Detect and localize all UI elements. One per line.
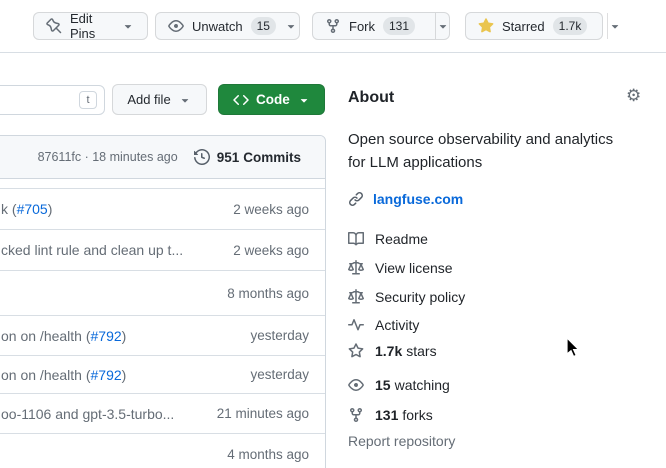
add-file-label: Add file [127,92,170,107]
pulse-icon [348,317,364,333]
star-outline-icon [348,343,364,359]
commit-hash-time[interactable]: 87611fc · 18 minutes ago [38,150,178,164]
table-row: on on /health (#792) yesterday [0,316,325,356]
commit-message[interactable]: on on /health (#792) [1,328,126,344]
code-button[interactable]: Code [218,84,325,115]
eye-icon [168,18,184,34]
fork-button-group: Fork 131 [312,12,450,40]
commit-message[interactable]: cked lint rule and clean up t... [1,242,183,258]
add-file-button[interactable]: Add file [112,84,207,115]
latest-commit-bar: 87611fc · 18 minutes ago 951 Commits [0,136,325,179]
code-label: Code [256,92,290,107]
about-heading: About [348,89,394,107]
table-row: 4 months ago [0,434,325,468]
fork-icon [325,18,341,34]
eye-icon [348,377,364,393]
table-row [0,179,325,189]
issue-link[interactable]: #705 [17,201,48,217]
starred-label: Starred [502,19,545,34]
github-repo-page: Edit Pins Unwatch 15 Fork 131 Starred 1. [0,0,666,468]
law-icon [348,289,364,305]
link-icon [348,191,364,207]
pin-icon [46,18,62,34]
star-dropdown-button[interactable] [607,13,622,39]
go-to-file-input[interactable]: t [0,85,105,115]
fork-label: Fork [349,19,375,34]
about-link-watching[interactable]: 15watching [348,377,450,393]
chevron-down-icon [178,93,192,107]
star-button-group: Starred 1.7k [465,12,603,40]
watch-count-badge: 15 [251,17,276,35]
commit-time: 2 weeks ago [233,243,309,258]
about-link-stars[interactable]: 1.7kstars [348,343,437,359]
commit-message[interactable]: k (#705) [1,201,52,217]
commit-message[interactable]: oo-1106 and gpt-3.5-turbo... [1,406,174,422]
table-row: cked lint rule and clean up t... 2 weeks… [0,230,325,271]
about-link-readme[interactable]: Readme [348,231,428,247]
chevron-down-icon [284,19,298,33]
chevron-down-icon [436,19,450,33]
fork-button[interactable]: Fork 131 [313,13,427,39]
table-row: 8 months ago [0,271,325,316]
starred-button[interactable]: Starred 1.7k [466,13,599,39]
commit-time: 21 minutes ago [217,406,309,421]
code-icon [233,92,249,108]
repo-description: Open source observability and analytics … [348,128,648,174]
star-icon [478,18,494,34]
fork-count-badge: 131 [383,17,415,35]
about-link-security-policy[interactable]: Security policy [348,289,465,305]
star-count-badge: 1.7k [553,17,588,35]
table-row: k (#705) 2 weeks ago [0,189,325,230]
edit-pins-label: Edit Pins [70,11,113,41]
commits-label: Commits [243,150,301,165]
commits-count: 951 [217,150,240,165]
commit-history-link[interactable]: 951 Commits [194,149,301,165]
table-row: on on /health (#792) yesterday [0,356,325,394]
unwatch-label: Unwatch [192,19,243,34]
book-icon [348,231,364,247]
commit-message[interactable]: on on /health (#792) [1,367,126,383]
mouse-cursor [566,337,581,358]
about-link-activity[interactable]: Activity [348,317,419,333]
repo-website-link[interactable]: langfuse.com [373,191,463,207]
chevron-down-icon [608,19,622,33]
law-icon [348,260,364,276]
fork-icon [348,407,364,423]
file-table: 87611fc · 18 minutes ago 951 Commits k (… [0,135,326,468]
commit-time: 8 months ago [227,286,309,301]
about-link-license[interactable]: View license [348,260,453,276]
commit-time: yesterday [250,367,309,382]
chevron-down-icon [121,19,135,33]
chevron-down-icon [297,93,311,107]
gear-icon[interactable]: ⚙ [626,87,641,104]
history-icon [194,149,210,165]
repo-website-row: langfuse.com [348,191,463,207]
table-row: oo-1106 and gpt-3.5-turbo... 21 minutes … [0,394,325,434]
about-link-forks[interactable]: 131forks [348,407,433,423]
edit-pins-button[interactable]: Edit Pins [33,12,148,40]
issue-link[interactable]: #792 [91,367,122,383]
commit-time: 4 months ago [227,447,309,462]
report-repository-link[interactable]: Report repository [348,433,455,449]
repo-action-bar: Edit Pins Unwatch 15 Fork 131 Starred 1. [0,0,666,53]
keyboard-shortcut-badge: t [79,91,97,109]
commit-time: yesterday [250,328,309,343]
commit-time: 2 weeks ago [233,202,309,217]
fork-dropdown-button[interactable] [435,13,450,39]
issue-link[interactable]: #792 [91,328,122,344]
unwatch-button[interactable]: Unwatch 15 [155,12,300,40]
